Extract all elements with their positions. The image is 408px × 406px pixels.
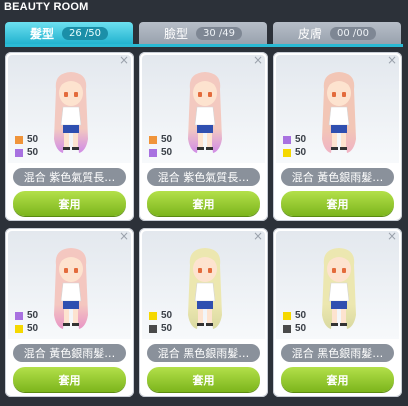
window-title: BEAUTY ROOM (4, 1, 89, 13)
preview-stage: 50 50 (276, 55, 399, 163)
avatar (314, 245, 364, 345)
color-swatch (15, 324, 23, 333)
avatar (46, 69, 96, 169)
color-ratio-value: 50 (27, 310, 39, 321)
character-avatar (188, 248, 222, 329)
color-swatch (283, 148, 291, 157)
hair-card[interactable]: 50 50 × 混合 紫色氣質長… 套用 (5, 52, 134, 221)
color-ratio-row: 50 (15, 322, 38, 335)
color-swatch (15, 135, 23, 144)
tab-skin-label: 皮膚 (297, 26, 322, 41)
color-ratio-value: 50 (161, 323, 173, 334)
color-swatch (283, 324, 291, 333)
close-icon[interactable]: × (253, 54, 263, 66)
color-ratio-row: 50 (15, 133, 38, 146)
tab-face-label: 臉型 (163, 26, 188, 41)
character-avatar (188, 72, 222, 153)
color-ratio-value: 50 (27, 134, 39, 145)
color-swatch (149, 135, 157, 144)
color-ratio-row: 50 (15, 146, 38, 159)
color-swatches: 50 50 (15, 133, 38, 159)
apply-button[interactable]: 套用 (13, 367, 126, 392)
apply-button[interactable]: 套用 (147, 367, 260, 392)
tab-underline (5, 44, 403, 47)
tab-hair-label: 髮型 (29, 26, 54, 41)
character-avatar (322, 248, 356, 329)
color-ratio-value: 50 (295, 134, 307, 145)
tab-skin[interactable]: 皮膚 00 /00 (273, 22, 401, 44)
color-swatches: 50 50 (283, 309, 306, 335)
color-ratio-value: 50 (161, 134, 173, 145)
apply-button[interactable]: 套用 (13, 191, 126, 216)
color-ratio-row: 50 (149, 309, 172, 322)
color-ratio-row: 50 (283, 146, 306, 159)
tab-face[interactable]: 臉型 30 /49 (139, 22, 267, 44)
tab-face-count: 30 /49 (196, 26, 242, 40)
color-ratio-row: 50 (149, 146, 172, 159)
close-icon[interactable]: × (387, 54, 397, 66)
character-avatar (54, 72, 88, 153)
color-ratio-row: 50 (15, 309, 38, 322)
color-swatch (149, 324, 157, 333)
character-avatar (322, 72, 356, 153)
color-ratio-row: 50 (149, 322, 172, 335)
apply-button[interactable]: 套用 (147, 191, 260, 216)
apply-button[interactable]: 套用 (281, 191, 394, 216)
tab-hair[interactable]: 髮型 26 /50 (5, 22, 133, 44)
close-icon[interactable]: × (253, 230, 263, 242)
color-swatch (15, 148, 23, 157)
apply-button[interactable]: 套用 (281, 367, 394, 392)
close-icon[interactable]: × (119, 230, 129, 242)
color-ratio-row: 50 (283, 309, 306, 322)
hair-name-label: 混合 黑色銀雨髮… (281, 344, 394, 362)
preview-stage: 50 50 (142, 231, 265, 339)
color-ratio-value: 50 (161, 310, 173, 321)
hair-name-label: 混合 黃色銀雨髮… (281, 168, 394, 186)
color-ratio-row: 50 (149, 133, 172, 146)
color-ratio-value: 50 (295, 310, 307, 321)
preview-stage: 50 50 (8, 55, 131, 163)
hair-card[interactable]: 50 50 × 混合 黑色銀雨髮… 套用 (139, 228, 268, 397)
close-icon[interactable]: × (119, 54, 129, 66)
color-swatch (283, 311, 291, 320)
color-ratio-value: 50 (295, 147, 307, 158)
color-swatches: 50 50 (149, 309, 172, 335)
hair-card[interactable]: 50 50 × 混合 黃色銀雨髮… 套用 (5, 228, 134, 397)
avatar (180, 69, 230, 169)
hair-name-label: 混合 紫色氣質長… (13, 168, 126, 186)
color-ratio-row: 50 (283, 322, 306, 335)
avatar (314, 69, 364, 169)
hair-name-label: 混合 黑色銀雨髮… (147, 344, 260, 362)
color-ratio-row: 50 (283, 133, 306, 146)
preview-stage: 50 50 (8, 231, 131, 339)
color-swatches: 50 50 (149, 133, 172, 159)
tab-bar: 髮型 26 /50 臉型 30 /49 皮膚 00 /00 (5, 22, 403, 44)
hair-card[interactable]: 50 50 × 混合 黃色銀雨髮… 套用 (273, 52, 402, 221)
hair-name-label: 混合 紫色氣質長… (147, 168, 260, 186)
avatar (180, 245, 230, 345)
character-avatar (54, 248, 88, 329)
avatar (46, 245, 96, 345)
color-swatch (149, 148, 157, 157)
color-swatch (15, 311, 23, 320)
hair-name-label: 混合 黃色銀雨髮… (13, 344, 126, 362)
hair-card[interactable]: 50 50 × 混合 黑色銀雨髮… 套用 (273, 228, 402, 397)
tab-skin-count: 00 /00 (330, 26, 376, 40)
color-ratio-value: 50 (161, 147, 173, 158)
color-ratio-value: 50 (295, 323, 307, 334)
color-swatches: 50 50 (283, 133, 306, 159)
color-swatch (149, 311, 157, 320)
tab-hair-count: 26 /50 (62, 26, 108, 40)
hair-card[interactable]: 50 50 × 混合 紫色氣質長… 套用 (139, 52, 268, 221)
preview-stage: 50 50 (276, 231, 399, 339)
color-swatch (283, 135, 291, 144)
close-icon[interactable]: × (387, 230, 397, 242)
color-ratio-value: 50 (27, 147, 39, 158)
color-ratio-value: 50 (27, 323, 39, 334)
preview-stage: 50 50 (142, 55, 265, 163)
color-swatches: 50 50 (15, 309, 38, 335)
